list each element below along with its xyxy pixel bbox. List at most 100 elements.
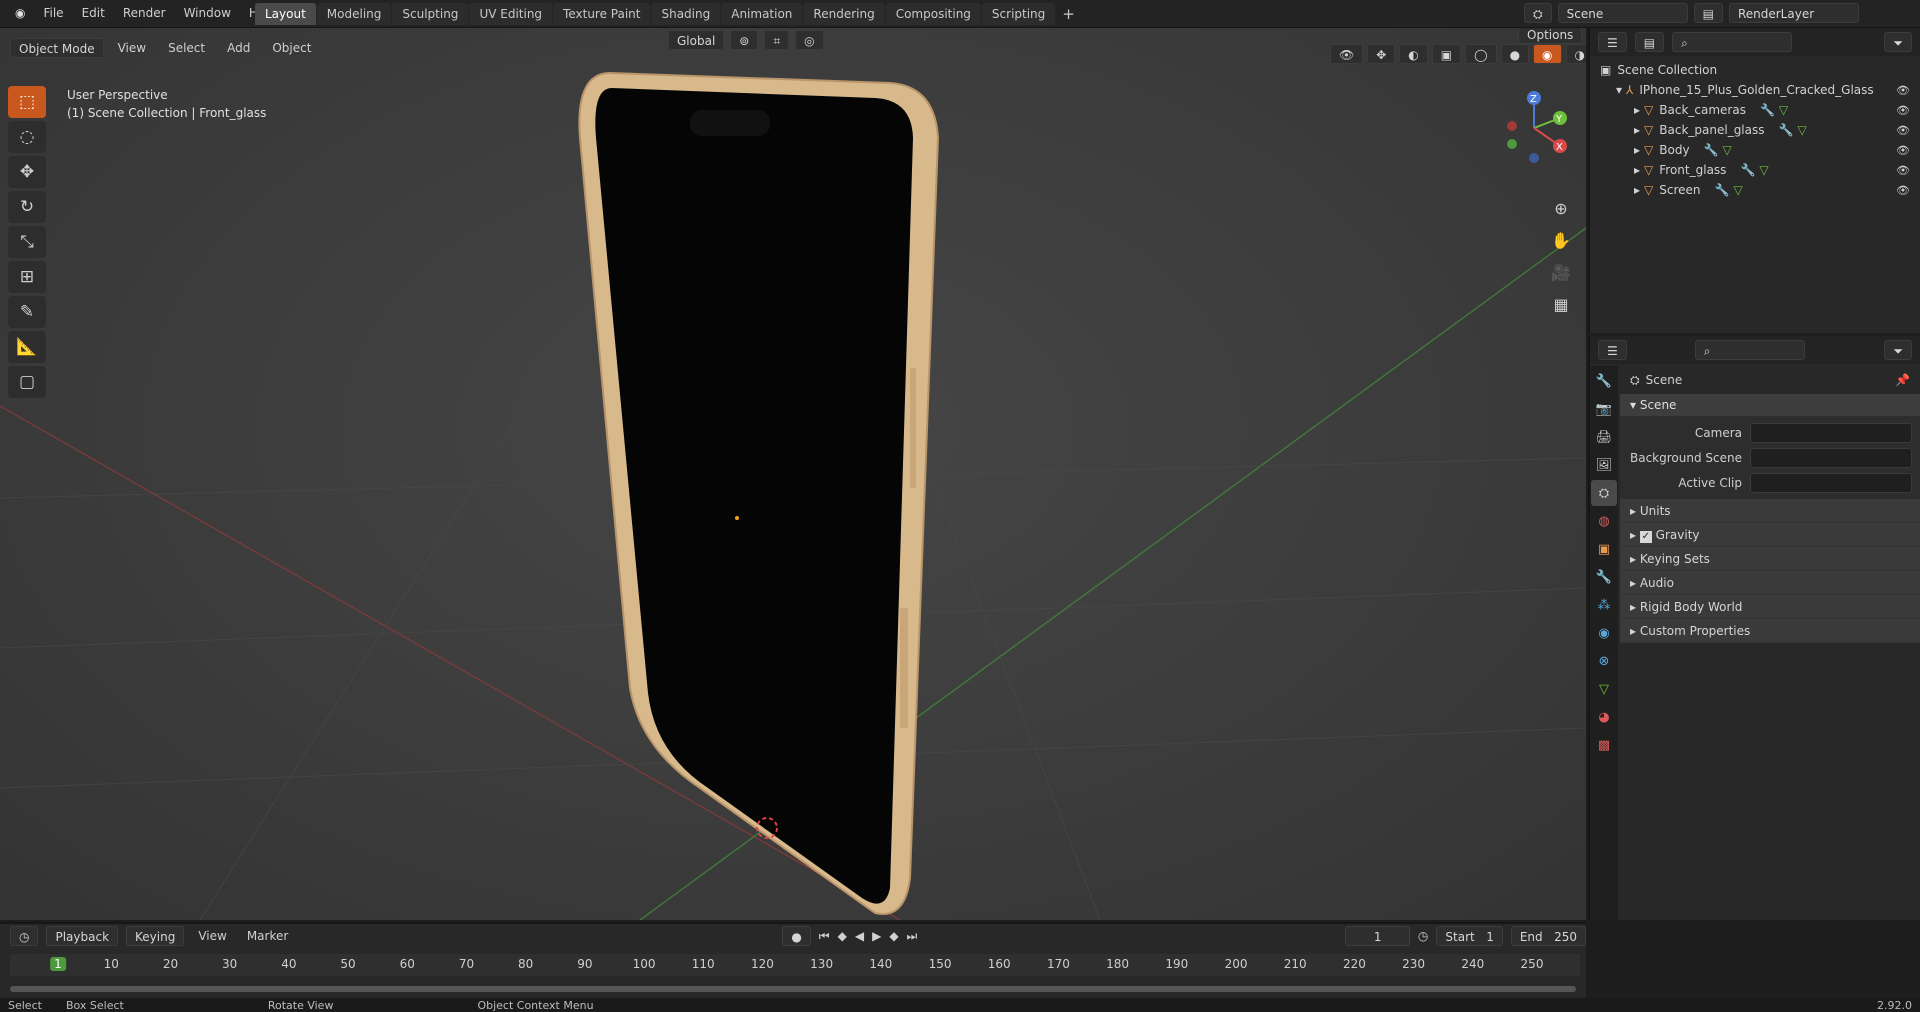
solid-shading-icon[interactable]: ● xyxy=(1500,44,1530,64)
outliner-editor-type-icon[interactable]: ☰ xyxy=(1598,32,1627,52)
gizmo-icon[interactable]: ✥ xyxy=(1367,44,1396,64)
outliner-filter-icon[interactable]: ⏷ xyxy=(1884,32,1912,52)
active-clip-field[interactable] xyxy=(1750,472,1912,493)
menu-file[interactable]: File xyxy=(34,6,72,20)
world-tab-icon[interactable]: ◍ xyxy=(1591,508,1617,534)
expand-arrow-icon[interactable]: ▸ xyxy=(1634,103,1640,117)
outliner-collection[interactable]: ▾ ⅄ IPhone_15_Plus_Golden_Cracked_Glass … xyxy=(1590,80,1920,100)
properties-search-icon[interactable]: ⌕ xyxy=(1694,340,1805,360)
eye-icon[interactable]: 👁 xyxy=(1896,164,1910,177)
tool-tab-icon[interactable]: 🔧 xyxy=(1591,368,1617,394)
outliner-scene-collection[interactable]: ▣ Scene Collection xyxy=(1590,60,1920,80)
scene-tab-icon[interactable]: ⛭ xyxy=(1591,480,1617,506)
preview-range-icon[interactable]: ◷ xyxy=(1418,929,1428,943)
add-cube-tool-icon[interactable]: ▢ xyxy=(8,366,46,398)
pin-icon[interactable]: 📌 xyxy=(1895,373,1910,387)
timeline-view-menu[interactable]: View xyxy=(192,929,232,943)
3d-viewport[interactable]: Object Mode View Select Add Object Globa… xyxy=(0,28,1586,920)
eye-icon[interactable]: 👁 xyxy=(1896,124,1910,137)
outliner-item-body[interactable]: ▸ ▽ Body 🔧 ▽ 👁 xyxy=(1590,140,1920,160)
menu-window[interactable]: Window xyxy=(175,6,240,20)
current-frame-field[interactable]: 1 xyxy=(1345,926,1410,946)
object-tab-icon[interactable]: ▣ xyxy=(1591,536,1617,562)
outliner-item-back-cameras[interactable]: ▸ ▽ Back_cameras 🔧 ▽ 👁 xyxy=(1590,100,1920,120)
tab-rendering[interactable]: Rendering xyxy=(803,3,885,25)
properties-options-icon[interactable]: ⏷ xyxy=(1884,340,1912,360)
keying-menu[interactable]: Keying xyxy=(126,926,185,946)
transform-tool-icon[interactable]: ⊞ xyxy=(8,261,46,293)
modifiers-tab-icon[interactable]: 🔧 xyxy=(1591,564,1617,590)
scene-selector-icon[interactable]: ⛭ xyxy=(1524,3,1552,23)
data-tab-icon[interactable]: ▽ xyxy=(1591,676,1617,702)
tab-modeling[interactable]: Modeling xyxy=(316,3,392,25)
select-box-tool-icon[interactable]: ⬚ xyxy=(8,86,46,118)
frame-ruler[interactable]: 1 10 20 30 40 50 60 70 80 90 100 110 120 130 140 150 160… xyxy=(10,954,1580,976)
output-tab-icon[interactable]: 🖨 xyxy=(1591,424,1617,450)
cursor-tool-icon[interactable]: ◌ xyxy=(8,121,46,153)
tab-shading[interactable]: Shading xyxy=(651,3,721,25)
texture-tab-icon[interactable]: ▩ xyxy=(1591,732,1617,758)
play-icon[interactable]: ▶ xyxy=(872,929,881,943)
render-tab-icon[interactable]: 📷 xyxy=(1591,396,1617,422)
move-tool-icon[interactable]: ✥ xyxy=(8,156,46,188)
particles-tab-icon[interactable]: ⁂ xyxy=(1591,592,1617,618)
overlays-icon[interactable]: ◐ xyxy=(1399,44,1428,64)
tab-animation[interactable]: Animation xyxy=(721,3,803,25)
menu-render[interactable]: Render xyxy=(114,6,175,20)
rotate-tool-icon[interactable]: ↻ xyxy=(8,191,46,223)
xray-icon[interactable]: ▣ xyxy=(1431,44,1462,64)
pan-hand-icon[interactable]: ✋ xyxy=(1546,225,1576,255)
material-shading-icon[interactable]: ◉ xyxy=(1533,44,1562,64)
viewport-menu-object[interactable]: Object xyxy=(264,41,319,55)
end-frame-field[interactable]: End 250 xyxy=(1510,926,1586,946)
properties-editor-type-icon[interactable]: ☰ xyxy=(1598,340,1627,360)
tab-texture-paint[interactable]: Texture Paint xyxy=(553,3,651,25)
view-layer-icon[interactable]: ▤ xyxy=(1693,3,1723,23)
scene-panel-header[interactable]: ▾ Scene xyxy=(1620,394,1920,416)
playback-menu[interactable]: Playback xyxy=(46,926,119,946)
annotate-tool-icon[interactable]: ✎ xyxy=(8,296,46,328)
expand-arrow-icon[interactable]: ▸ xyxy=(1634,143,1640,157)
constraints-tab-icon[interactable]: ⊗ xyxy=(1591,648,1617,674)
view-layer-selector[interactable]: RenderLayer xyxy=(1728,3,1859,23)
viewport-menu-view[interactable]: View xyxy=(110,41,154,55)
tab-uv-editing[interactable]: UV Editing xyxy=(469,3,553,25)
view-layer-tab-icon[interactable]: 🖼 xyxy=(1591,452,1617,478)
material-tab-icon[interactable]: ◕ xyxy=(1591,704,1617,730)
outliner-item-front-glass[interactable]: ▸ ▽ Front_glass 🔧 ▽ 👁 xyxy=(1590,160,1920,180)
next-keyframe-icon[interactable]: ◆ xyxy=(889,929,898,943)
proportional-edit-icon[interactable]: ◎ xyxy=(795,30,824,50)
prev-keyframe-icon[interactable]: ◆ xyxy=(838,929,847,943)
eye-icon[interactable]: 👁 xyxy=(1896,144,1910,157)
tab-layout[interactable]: Layout xyxy=(255,3,316,25)
audio-subpanel[interactable]: ▸ Audio xyxy=(1620,571,1920,595)
pivot-point-icon[interactable]: ⊚ xyxy=(730,30,759,50)
outliner-item-screen[interactable]: ▸ ▽ Screen 🔧 ▽ 👁 xyxy=(1590,180,1920,200)
outliner-display-mode-icon[interactable]: ▤ xyxy=(1634,32,1665,52)
scale-tool-icon[interactable]: ⤡ xyxy=(8,226,46,258)
custom-properties-subpanel[interactable]: ▸ Custom Properties xyxy=(1620,619,1920,643)
navigation-gizmo[interactable]: Z Y X xyxy=(1500,88,1570,168)
tab-scripting[interactable]: Scripting xyxy=(981,3,1056,25)
camera-view-icon[interactable]: 🎥 xyxy=(1546,257,1576,287)
outliner-search-icon[interactable]: ⌕ xyxy=(1672,32,1793,52)
tab-sculpting[interactable]: Sculpting xyxy=(392,3,469,25)
measure-tool-icon[interactable]: 📐 xyxy=(8,331,46,363)
viewport-menu-select[interactable]: Select xyxy=(160,41,213,55)
blender-logo-icon[interactable]: ◉ xyxy=(6,6,34,20)
expand-arrow-icon[interactable]: ▸ xyxy=(1634,123,1640,137)
scene-selector[interactable]: Scene xyxy=(1557,3,1688,23)
perspective-grid-icon[interactable]: ▦ xyxy=(1546,289,1576,319)
units-subpanel[interactable]: ▸ Units xyxy=(1620,499,1920,523)
options-button[interactable]: Options xyxy=(1518,28,1583,44)
tab-compositing[interactable]: Compositing xyxy=(885,3,981,25)
object-mode-dropdown[interactable]: Object Mode xyxy=(10,38,104,58)
record-icon[interactable]: ● xyxy=(782,926,811,946)
expand-arrow-icon[interactable]: ▸ xyxy=(1634,183,1640,197)
zoom-icon[interactable]: ⊕ xyxy=(1546,193,1576,223)
jump-start-icon[interactable]: ⏮ xyxy=(819,929,830,944)
keying-sets-subpanel[interactable]: ▸ Keying Sets xyxy=(1620,547,1920,571)
transform-orientation-dropdown[interactable]: Global xyxy=(668,30,725,50)
marker-menu[interactable]: Marker xyxy=(241,929,294,943)
gravity-checkbox[interactable]: ✓ xyxy=(1639,531,1652,543)
